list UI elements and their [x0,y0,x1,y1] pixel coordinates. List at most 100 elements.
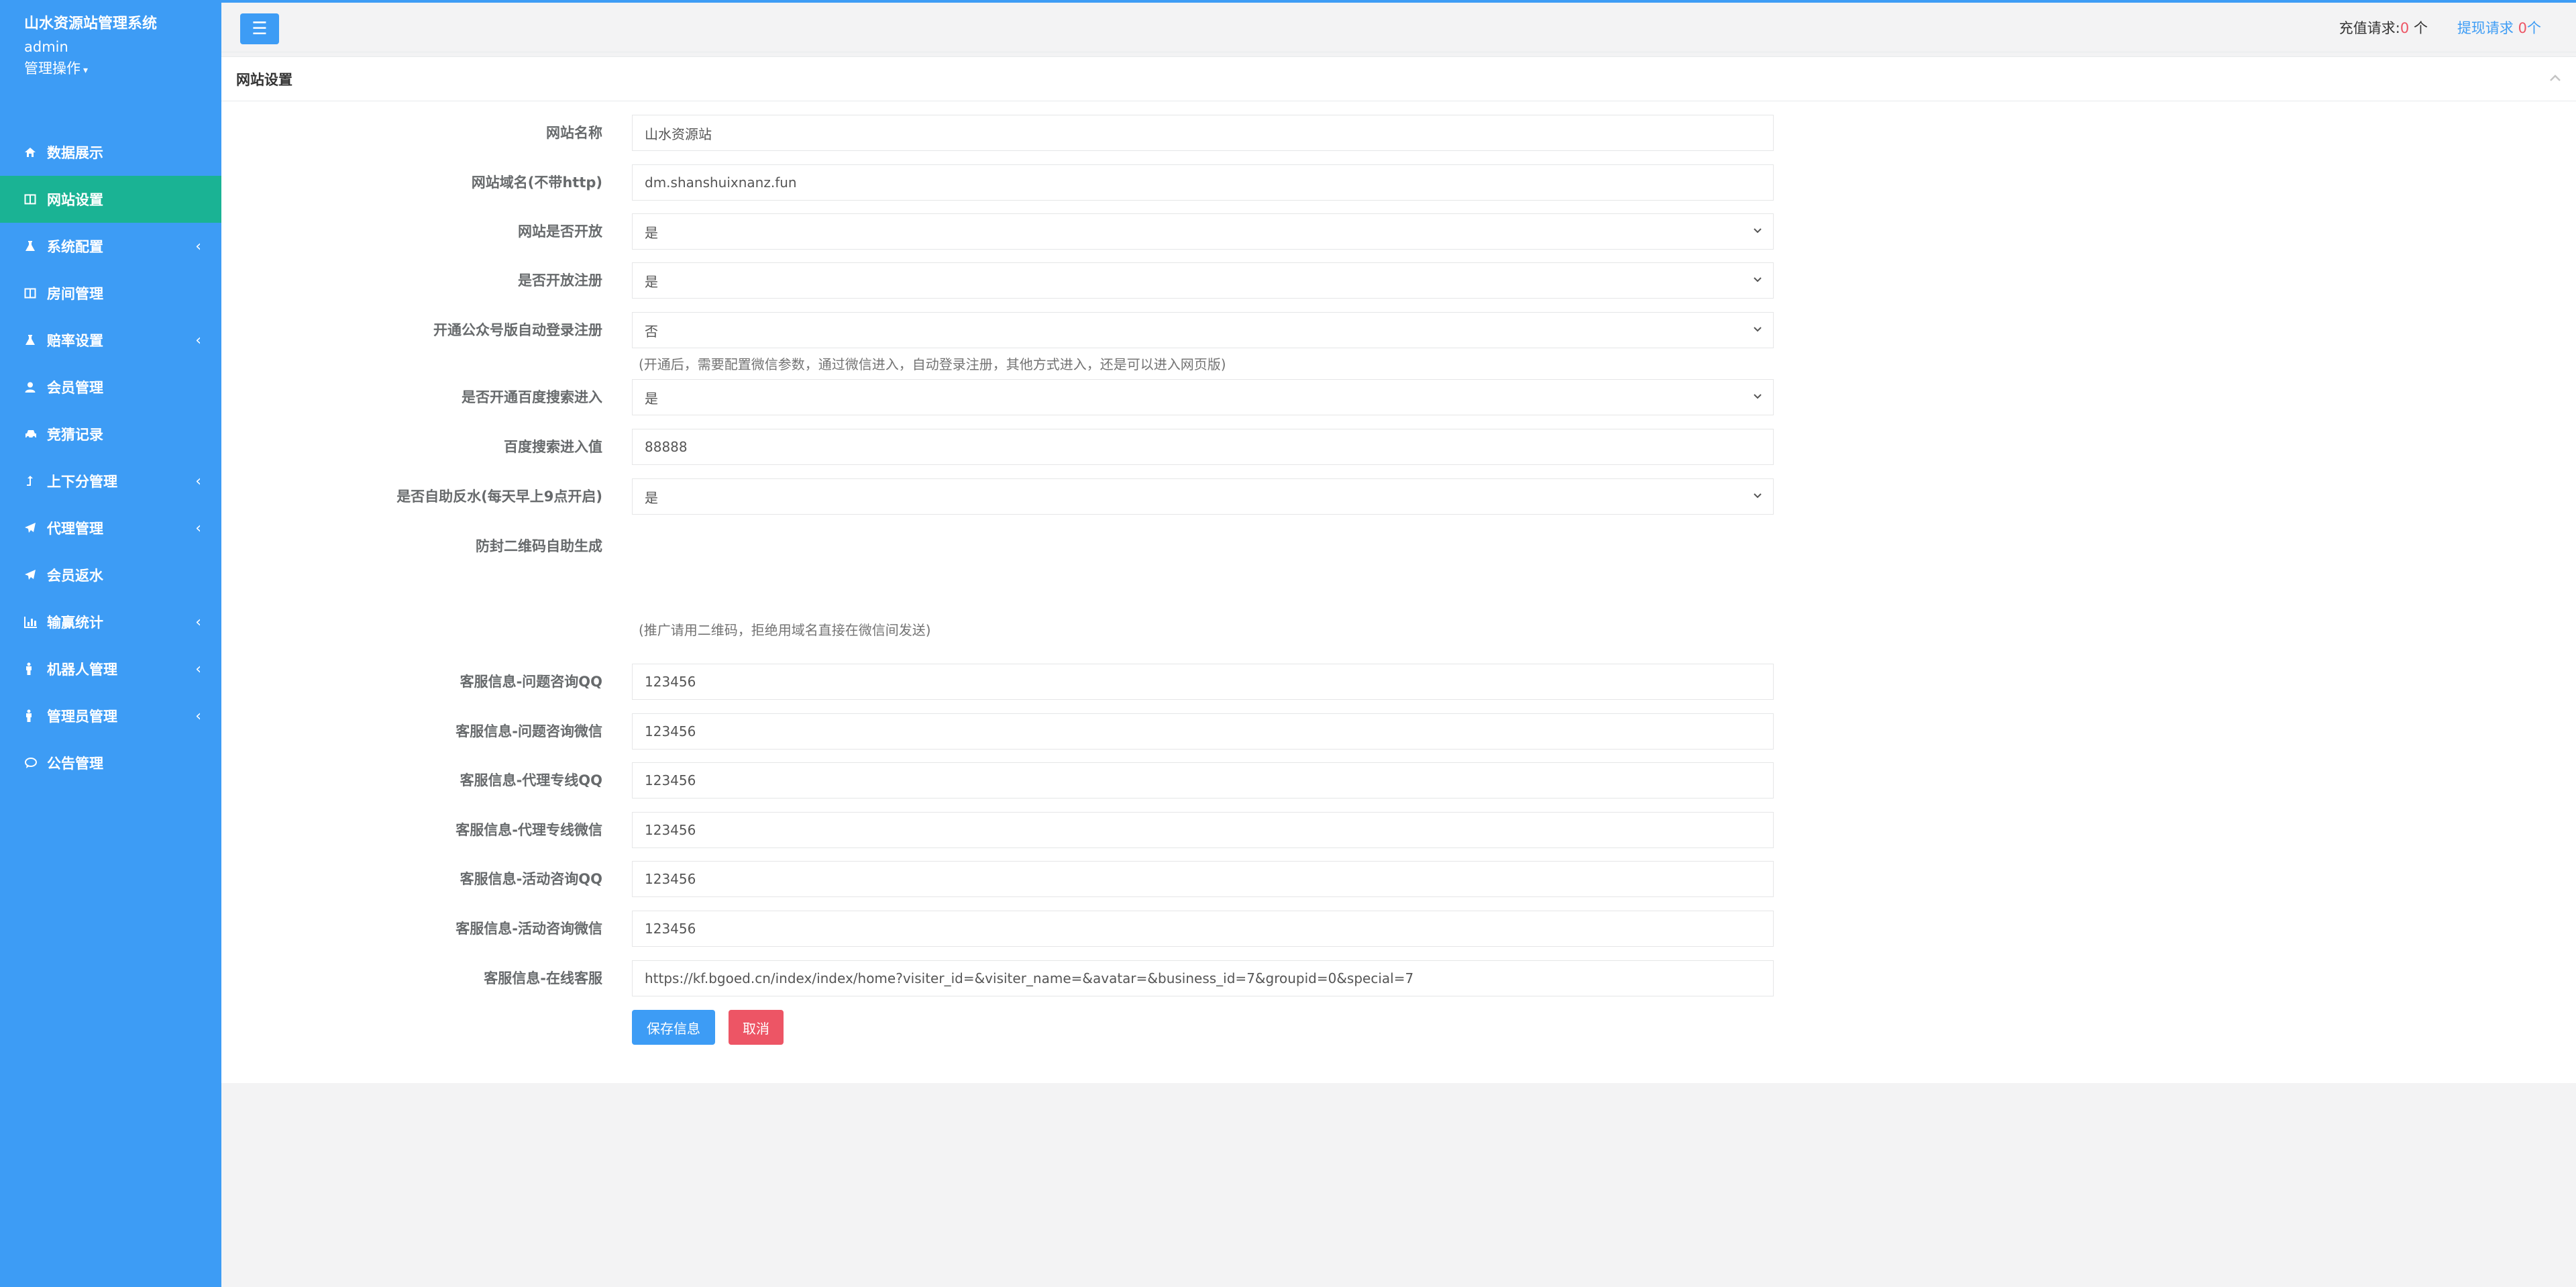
sidebar-item-robots[interactable]: 机器人管理 ‹ [0,646,221,692]
sidebar-item-points[interactable]: 上下分管理 ‹ [0,458,221,505]
reg-open-value: 是 [645,273,658,290]
recharge-requests[interactable]: 充值请求:0 个 [2339,17,2428,38]
chevron-down-icon [1752,488,1764,501]
sidebar-item-data[interactable]: 数据展示 [0,129,221,176]
withdraw-label: 提现请求 [2457,20,2514,36]
sidebar-item-label: 会员管理 [47,380,103,396]
site-open-value: 是 [645,224,658,241]
sidebar-item-label: 会员返水 [47,568,103,584]
flask-icon [24,240,47,252]
qrcode-label: 防封二维码自助生成 [476,538,602,554]
sidebar-item-label: 数据展示 [47,145,103,161]
site-domain-input[interactable]: dm.shanshuixnanz.fun [632,164,1774,201]
chevron-down-icon [1752,223,1764,236]
manage-ops-dropdown[interactable]: 管理操作 ▾ [24,58,221,81]
auto-rebate-select[interactable]: 是 [632,478,1774,515]
menu-toggle-button[interactable]: ☰ [240,13,279,44]
cs-qq-question-input[interactable]: 123456 [632,664,1774,700]
level-up-icon [24,475,47,487]
sidebar-item-label: 上下分管理 [47,474,117,490]
sidebar-item-agents[interactable]: 代理管理 ‹ [0,505,221,552]
paper-plane-icon [24,522,47,534]
sidebar-item-label: 赔率设置 [47,333,103,349]
sidebar-item-label: 竞猜记录 [47,427,103,443]
car-icon [24,428,47,440]
site-open-select[interactable]: 是 [632,213,1774,250]
sidebar-item-room[interactable]: 房间管理 [0,270,221,317]
recharge-count: 0 [2400,20,2410,36]
cs-wx-agent-label: 客服信息-代理专线微信 [455,822,602,838]
chevron-down-icon [1752,389,1764,401]
reg-open-select[interactable]: 是 [632,262,1774,299]
male-icon [24,662,47,676]
baidu-value-input[interactable]: 88888 [632,429,1774,465]
withdraw-unit: 个 [2527,20,2541,36]
columns-icon [24,287,47,299]
flask-icon [24,334,47,346]
cs-online-label: 客服信息-在线客服 [484,970,602,986]
sidebar-item-label: 管理员管理 [47,709,117,725]
sidebar-item-members[interactable]: 会员管理 [0,364,221,411]
cs-wx-question-input[interactable]: 123456 [632,713,1774,750]
cs-wx-activity-input[interactable]: 123456 [632,911,1774,947]
site-name-label: 网站名称 [546,125,602,141]
sidebar-item-notices[interactable]: 公告管理 [0,739,221,786]
profile: 山水资源站管理系统 admin 管理操作 ▾ [0,0,221,129]
chevron-down-icon [1752,322,1764,334]
bar-chart-icon [24,616,47,628]
male-icon [24,709,47,723]
cs-qq-question-label: 客服信息-问题咨询QQ [460,674,602,690]
cancel-button[interactable]: 取消 [729,1010,784,1045]
cs-online-input[interactable]: https://kf.bgoed.cn/index/index/home?vis… [632,960,1774,996]
sidebar-item-rebate[interactable]: 会员返水 [0,552,221,599]
withdraw-count: 0 [2518,20,2527,36]
caret-down-icon: ▾ [83,65,89,76]
top-right-stats: 充值请求:0 个 提现请求 0个 [2339,17,2541,38]
cs-qq-agent-input[interactable]: 123456 [632,762,1774,799]
site-open-label: 网站是否开放 [518,223,602,240]
sidebar-item-label: 系统配置 [47,239,103,255]
chevron-down-icon [1752,272,1764,285]
qrcode-help: (推广请用二维码，拒绝用域名直接在微信间发送) [639,622,931,638]
sidebar-item-system-config[interactable]: 系统配置 ‹ [0,223,221,270]
sidebar-item-bets[interactable]: 竞猜记录 [0,411,221,458]
chevron-left-icon: ‹ [195,472,201,490]
cs-wx-agent-input[interactable]: 123456 [632,812,1774,848]
sidebar-item-stats[interactable]: 输赢统计 ‹ [0,599,221,646]
cs-qq-activity-label: 客服信息-活动咨询QQ [460,871,602,887]
chevron-up-icon[interactable] [2548,70,2563,85]
cs-qq-agent-label: 客服信息-代理专线QQ [460,772,602,788]
cs-qq-activity-input[interactable]: 123456 [632,861,1774,897]
sidebar-item-label: 输赢统计 [47,615,103,631]
manage-ops-label: 管理操作 [24,60,80,76]
chevron-left-icon: ‹ [195,707,201,725]
wechat-login-select[interactable]: 否 [632,312,1774,348]
user-icon [24,381,47,393]
sidebar-item-label: 公告管理 [47,756,103,772]
cs-wx-question-label: 客服信息-问题咨询微信 [455,723,602,739]
sidebar-item-label: 机器人管理 [47,662,117,678]
sidebar-item-label: 网站设置 [47,192,103,208]
baidu-enter-select[interactable]: 是 [632,379,1774,415]
panel-title: 网站设置 [236,71,292,88]
chevron-left-icon: ‹ [195,238,201,255]
withdraw-requests[interactable]: 提现请求 0个 [2457,17,2541,38]
site-name-input[interactable]: 山水资源站 [632,115,1774,151]
comment-icon [24,757,47,769]
sidebar-item-site-settings[interactable]: 网站设置 [0,176,221,223]
recharge-label: 充值请求: [2339,20,2400,36]
auto-rebate-label: 是否自助反水(每天早上9点开启) [396,488,602,505]
sidebar-item-odds[interactable]: 赔率设置 ‹ [0,317,221,364]
save-button[interactable]: 保存信息 [632,1010,715,1045]
hamburger-icon: ☰ [252,19,268,39]
auto-rebate-value: 是 [645,489,658,506]
sidebar-item-admins[interactable]: 管理员管理 ‹ [0,692,221,739]
wechat-login-value: 否 [645,323,658,340]
paper-plane-icon [24,569,47,581]
sidebar: 山水资源站管理系统 admin 管理操作 ▾ 数据展示 网站设置 系统配置 ‹ 房… [0,0,221,1287]
app-title: 山水资源站管理系统 [24,15,158,32]
sidebar-item-label: 代理管理 [47,521,103,537]
panel-header: 网站设置 [221,57,2576,101]
wechat-login-label: 开通公众号版自动登录注册 [433,322,602,338]
top-navbar: ☰ 充值请求:0 个 提现请求 0个 [221,0,2576,52]
